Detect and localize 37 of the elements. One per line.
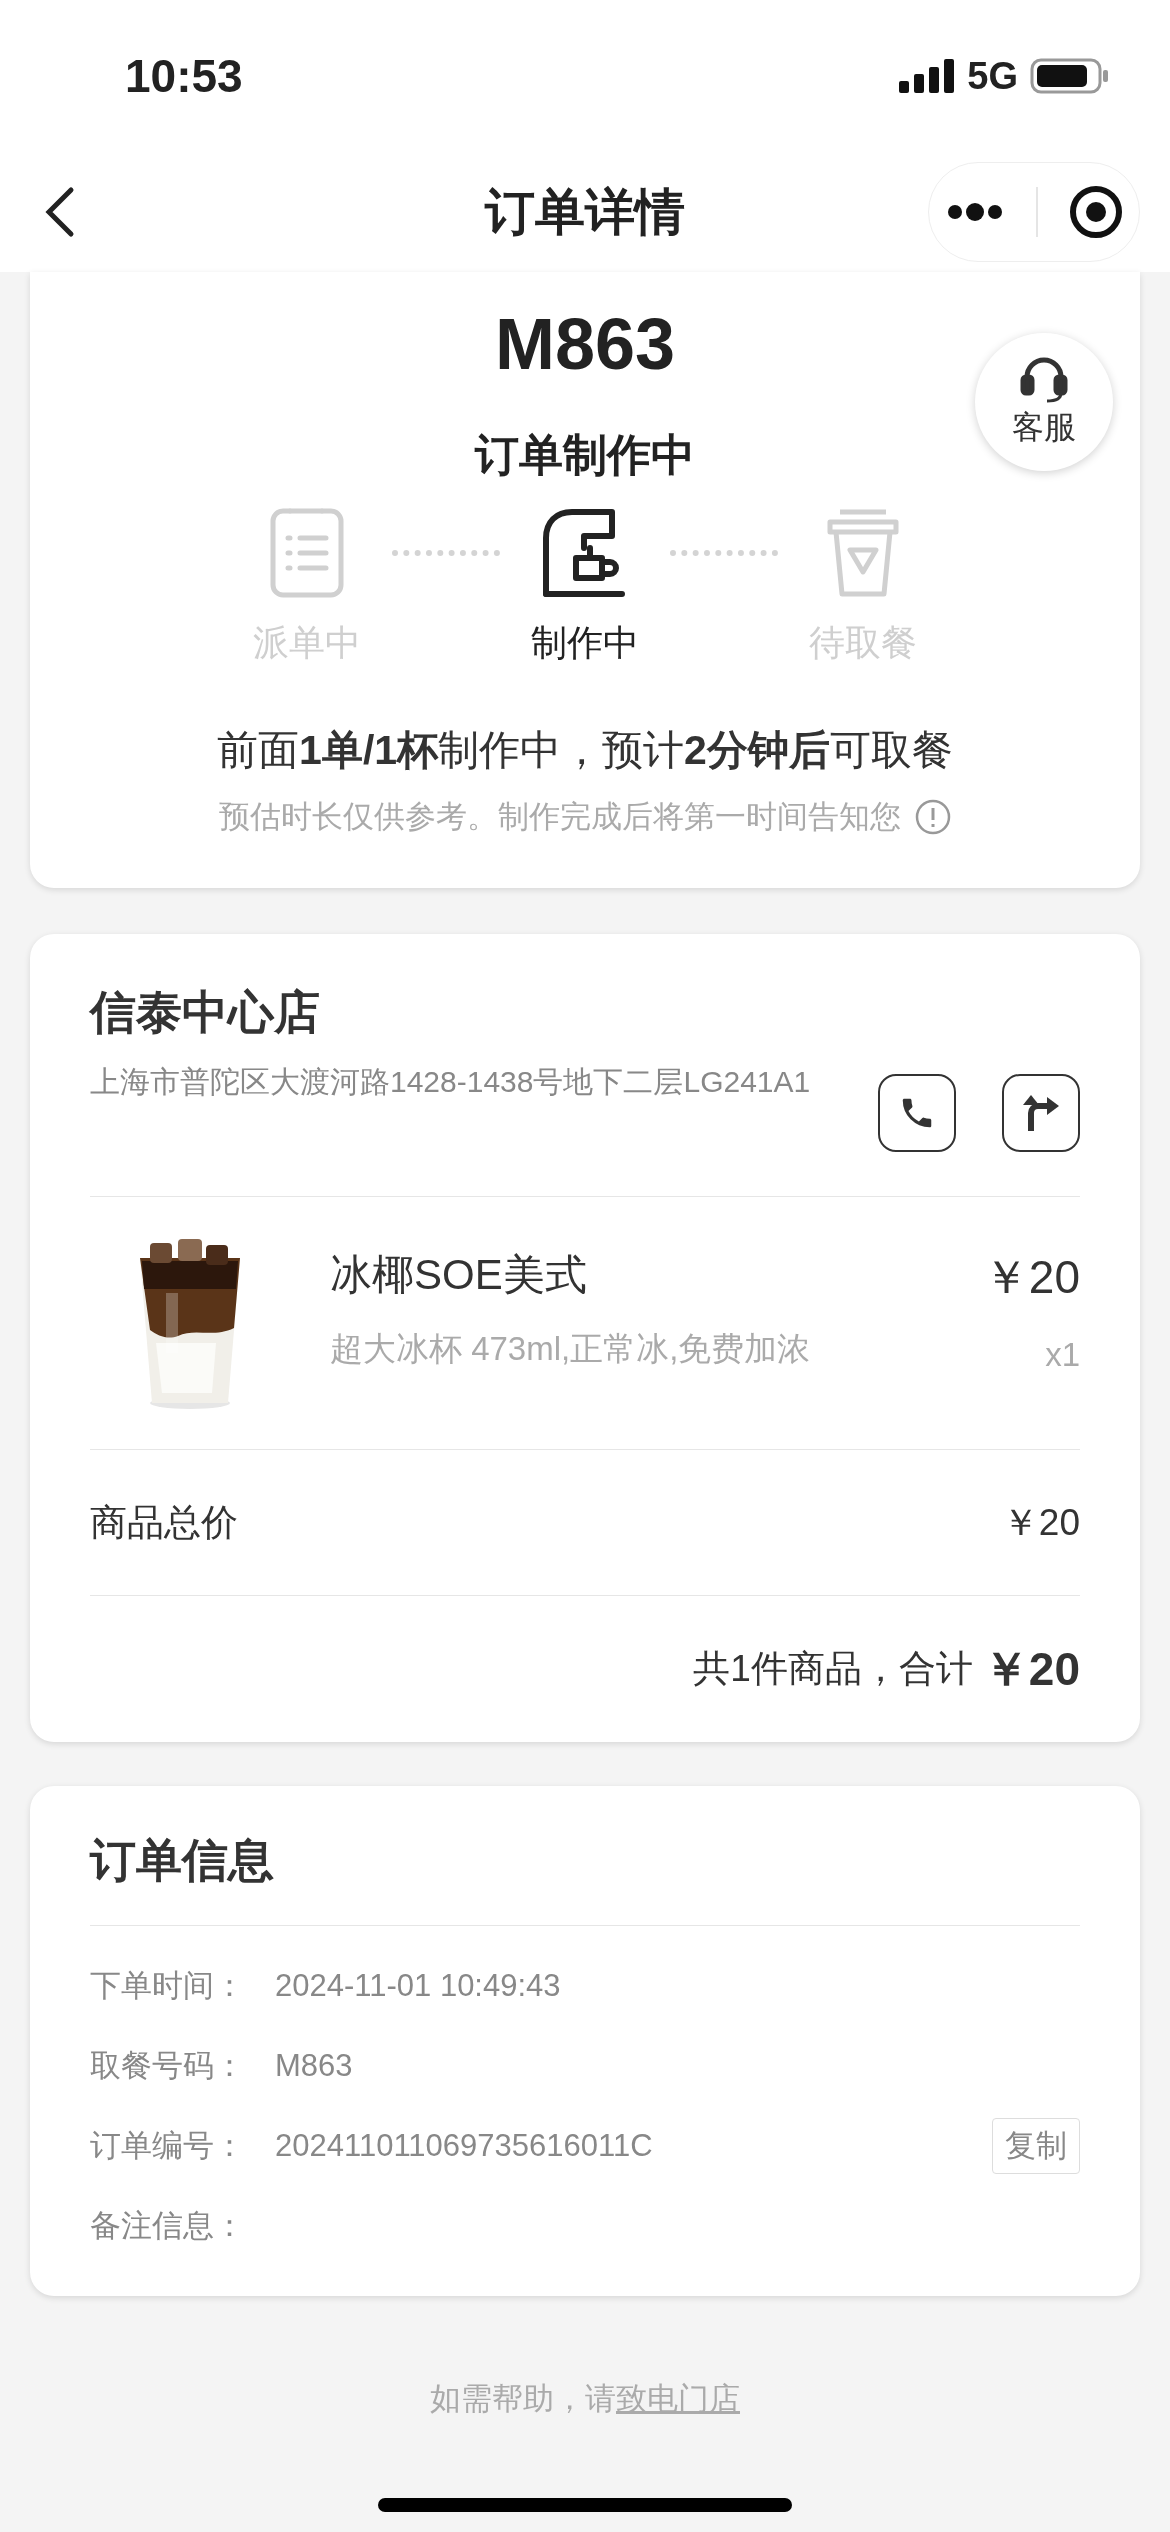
subtotal-label: 商品总价 bbox=[90, 1500, 238, 1545]
status-time: 10:53 bbox=[125, 48, 243, 104]
step-label: 制作中 bbox=[531, 621, 639, 665]
product-options: 超大冰杯 473ml,正常冰,免费加浓 bbox=[330, 1324, 983, 1374]
info-label: 备注信息： bbox=[90, 2206, 246, 2245]
info-value: 2024-11-01 10:49:43 bbox=[275, 1966, 562, 2005]
product-price: ￥20 bbox=[982, 1250, 1080, 1305]
status-title: 订单制作中 bbox=[475, 429, 695, 481]
wait-notice: 前面1单/1杯制作中，预计2分钟后可取餐 bbox=[217, 726, 953, 775]
order-summary: 共1件商品，合计 bbox=[693, 1647, 973, 1692]
help-text: 如需帮助，请 bbox=[430, 2380, 616, 2418]
product-quantity: x1 bbox=[1045, 1335, 1080, 1375]
store-name: 信泰中心店 bbox=[90, 985, 321, 1040]
cup-icon bbox=[826, 508, 900, 598]
info-icon[interactable] bbox=[915, 798, 951, 835]
section-title: 订单信息 bbox=[90, 1834, 274, 1886]
battery-icon bbox=[1030, 58, 1110, 94]
store-address: 上海市普陀区大渡河路1428-1438号地下二层LG241A1 bbox=[90, 1064, 812, 1100]
info-value: M863 bbox=[275, 2046, 354, 2085]
network-label: 5G bbox=[967, 53, 1018, 99]
close-icon[interactable] bbox=[1069, 185, 1124, 239]
call-button[interactable] bbox=[878, 1074, 956, 1152]
total-amount: ￥20 bbox=[982, 1641, 1080, 1697]
list-icon bbox=[270, 508, 344, 598]
estimate-hint: 预估时长仅供参考。制作完成后将第一时间告知您 bbox=[219, 797, 901, 836]
pickup-code: M863 bbox=[494, 308, 676, 380]
info-label: 订单编号： bbox=[90, 2126, 246, 2165]
info-label: 下单时间： bbox=[90, 1966, 246, 2005]
subtotal-amount: ￥20 bbox=[1001, 1500, 1080, 1545]
signal-icon bbox=[899, 59, 956, 93]
info-label: 取餐号码： bbox=[90, 2046, 246, 2085]
call-store-link[interactable]: 致电门店 bbox=[616, 2376, 740, 2423]
directions-button[interactable] bbox=[1002, 1074, 1080, 1152]
info-value: 202411011069735616011C bbox=[275, 2126, 654, 2165]
page-title: 订单详情 bbox=[485, 182, 685, 242]
product-name: 冰椰SOE美式 bbox=[330, 1250, 588, 1300]
copy-button[interactable]: 复制 bbox=[992, 2118, 1080, 2174]
